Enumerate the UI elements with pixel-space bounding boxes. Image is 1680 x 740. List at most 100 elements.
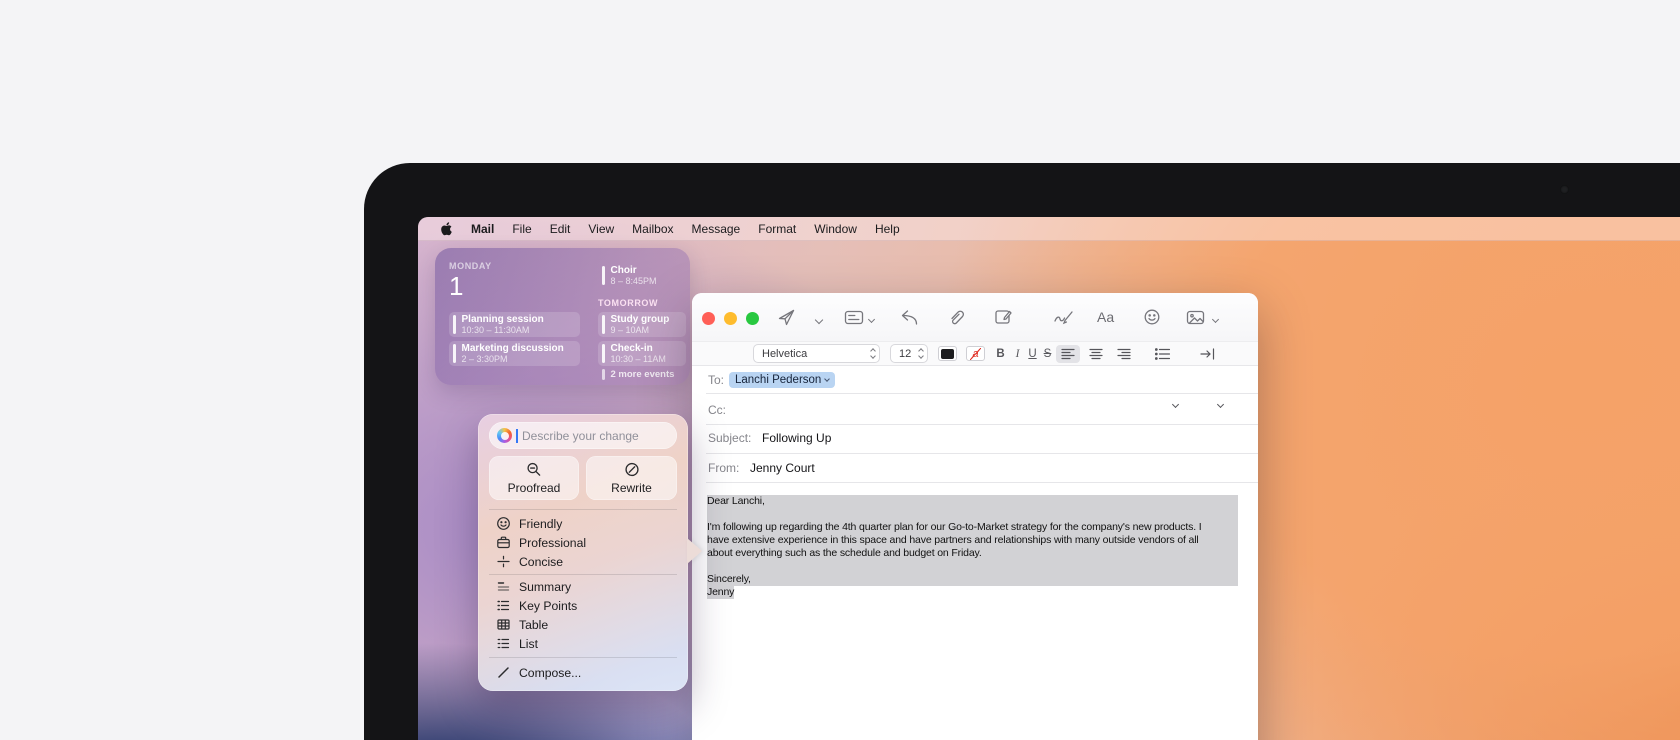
- header-fields-chevron-icon[interactable]: [869, 311, 874, 331]
- menu-item-help[interactable]: Help: [875, 222, 900, 236]
- menu-item-format[interactable]: Format: [758, 222, 796, 236]
- event-color-bar: [453, 344, 456, 363]
- rewrite-button[interactable]: Rewrite: [586, 456, 677, 500]
- apple-logo-icon[interactable]: [440, 221, 453, 236]
- menu-item-label: Table: [519, 618, 548, 632]
- align-center-button[interactable]: [1084, 345, 1108, 363]
- summary-icon: [495, 579, 511, 595]
- body-line: [707, 508, 1238, 521]
- field-separator: [706, 393, 1258, 394]
- signature-icon[interactable]: [1053, 307, 1075, 327]
- proofread-button[interactable]: Proofread: [489, 456, 579, 500]
- markup-icon[interactable]: [994, 307, 1013, 327]
- widget-event-check-in[interactable]: Check-in 10:30 – 11AM: [598, 341, 686, 366]
- subject-value[interactable]: Following Up: [762, 431, 831, 445]
- reply-icon[interactable]: [900, 307, 920, 327]
- indent-chevron-icon[interactable]: [1218, 396, 1223, 416]
- compose-toolbar: Aa: [692, 293, 1258, 341]
- menu-item-compose[interactable]: Compose...: [489, 663, 677, 682]
- field-separator: [706, 453, 1258, 454]
- to-label: To:: [708, 373, 724, 387]
- photo-browser-icon[interactable]: [1186, 307, 1205, 327]
- menu-item-label: Concise: [519, 555, 563, 569]
- widget-event-choir[interactable]: Choir 8 – 8:45PM: [598, 263, 686, 288]
- body-line: Sincerely,: [707, 573, 1238, 586]
- send-icon[interactable]: [777, 307, 796, 327]
- proofread-label: Proofread: [508, 481, 561, 495]
- menu-item-mail[interactable]: Mail: [471, 222, 494, 236]
- message-body[interactable]: Dear Lanchi, I'm following up regarding …: [707, 495, 1238, 599]
- menu-item-label: Compose...: [519, 666, 581, 680]
- widget-more-events[interactable]: 2 more events: [598, 369, 674, 380]
- menu-item-table[interactable]: Table: [489, 615, 677, 634]
- send-options-chevron-icon[interactable]: [816, 311, 822, 331]
- body-line: about everything such as the schedule an…: [707, 547, 1238, 560]
- menu-separator: [489, 574, 677, 575]
- align-right-button[interactable]: [1112, 345, 1136, 363]
- widget-event-planning[interactable]: Planning session 10:30 – 11:30AM: [449, 312, 580, 337]
- widget-event-study-group[interactable]: Study group 9 – 10AM: [598, 312, 686, 337]
- attach-icon[interactable]: [948, 307, 966, 327]
- menu-item-professional[interactable]: Professional: [489, 533, 677, 552]
- format-bar: Helvetica 12 a B I U: [692, 341, 1258, 366]
- font-color-well[interactable]: [938, 346, 957, 361]
- body-line: I'm following up regarding the 4th quart…: [707, 521, 1238, 534]
- desktop-screen: Mail File Edit View Mailbox Message Form…: [418, 217, 1680, 740]
- widget-event-marketing[interactable]: Marketing discussion 2 – 3:30PM: [449, 341, 580, 366]
- event-time: 2 – 3:30PM: [462, 354, 564, 364]
- event-color-bar: [602, 369, 605, 380]
- rewrite-pencil-circle-icon: [624, 462, 640, 478]
- highlight-color-well[interactable]: a: [966, 346, 985, 361]
- menu-item-window[interactable]: Window: [814, 222, 857, 236]
- menu-bar: Mail File Edit View Mailbox Message Form…: [418, 217, 1680, 241]
- selected-word: Jenny: [707, 586, 734, 599]
- indent-button[interactable]: [1195, 345, 1219, 363]
- font-size-value: 12: [899, 348, 911, 360]
- list-style-button[interactable]: [1150, 345, 1174, 363]
- camera-icon: [1560, 185, 1569, 194]
- font-size-select[interactable]: 12: [890, 344, 928, 363]
- menu-item-view[interactable]: View: [588, 222, 614, 236]
- close-button[interactable]: [702, 312, 715, 325]
- strikethrough-button[interactable]: S: [1040, 345, 1055, 362]
- align-left-button[interactable]: [1056, 345, 1080, 363]
- event-title: Study group: [611, 314, 670, 325]
- menu-item-file[interactable]: File: [512, 222, 531, 236]
- italic-button[interactable]: I: [1010, 345, 1025, 362]
- format-text-icon[interactable]: Aa: [1097, 307, 1114, 327]
- bold-button[interactable]: B: [993, 345, 1008, 362]
- describe-change-input[interactable]: Describe your change: [489, 422, 677, 449]
- dash-list-icon: [495, 636, 511, 652]
- menu-item-message[interactable]: Message: [692, 222, 741, 236]
- minimize-button[interactable]: [724, 312, 737, 325]
- menu-item-concise[interactable]: Concise: [489, 552, 677, 571]
- from-label: From:: [708, 461, 739, 475]
- menu-item-list[interactable]: List: [489, 634, 677, 653]
- menu-item-friendly[interactable]: Friendly: [489, 514, 677, 533]
- cc-label: Cc:: [708, 403, 726, 417]
- widget-tomorrow-label: TOMORROW: [598, 298, 658, 308]
- more-events-label: 2 more events: [611, 369, 675, 380]
- calendar-widget[interactable]: MONDAY 1 Planning session 10:30 – 11:30A…: [435, 248, 690, 385]
- emoji-icon[interactable]: [1143, 307, 1161, 327]
- field-separator: [706, 482, 1258, 483]
- menu-item-key-points[interactable]: Key Points: [489, 596, 677, 615]
- compose-pencil-icon: [495, 665, 511, 681]
- font-family-select[interactable]: Helvetica: [753, 344, 880, 363]
- zoom-button[interactable]: [746, 312, 759, 325]
- photo-browser-chevron-icon[interactable]: [1213, 311, 1218, 331]
- stepper-icon: [919, 349, 923, 358]
- underline-button[interactable]: U: [1025, 345, 1040, 362]
- from-value[interactable]: Jenny Court: [750, 461, 815, 475]
- subject-label: Subject:: [708, 431, 751, 445]
- list-style-chevron-icon[interactable]: [1173, 396, 1178, 416]
- menu-item-mailbox[interactable]: Mailbox: [632, 222, 673, 236]
- body-line: Jenny: [707, 586, 1238, 599]
- menu-item-edit[interactable]: Edit: [550, 222, 571, 236]
- menu-item-summary[interactable]: Summary: [489, 577, 677, 596]
- event-time: 10:30 – 11:30AM: [462, 325, 544, 335]
- to-recipient-token[interactable]: Lanchi Pederson: [729, 372, 835, 388]
- header-fields-icon[interactable]: [844, 307, 864, 327]
- field-separator: [706, 424, 1258, 425]
- table-icon: [495, 617, 511, 633]
